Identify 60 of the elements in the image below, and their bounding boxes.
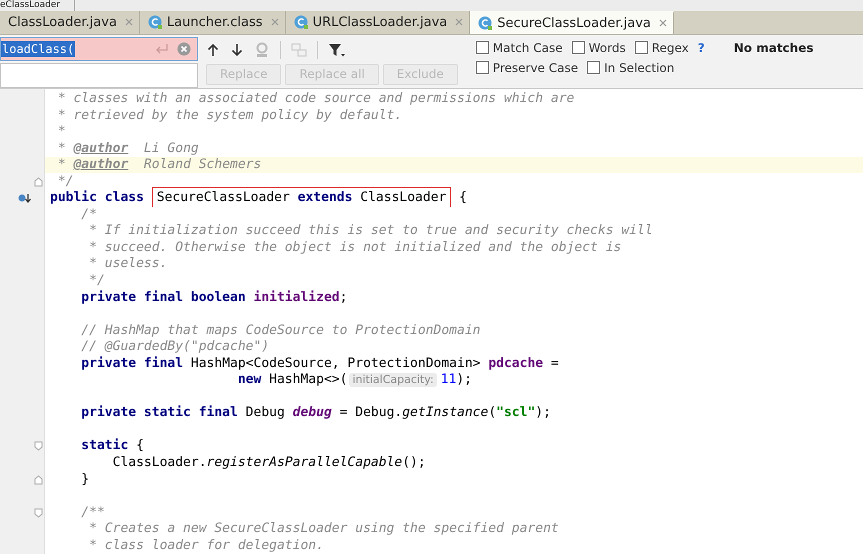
code-text: * If initialization succeed this is set to true and security checks will [88, 223, 653, 240]
code-text: * class loader for delegation. [88, 538, 324, 554]
checkbox-label: Preserve Case [492, 60, 578, 75]
match-status: No matches [734, 40, 814, 55]
overridden-marker-icon[interactable] [18, 193, 32, 204]
code-text: /** [80, 504, 105, 521]
find-icon[interactable] [254, 42, 270, 58]
code-text: * succeed. Otherwise the object is not initialized and the object is [88, 240, 622, 256]
editor-tab[interactable]: Launcher.class [140, 10, 286, 34]
close-icon[interactable] [455, 18, 464, 26]
checkbox[interactable] [634, 41, 648, 54]
code-text: * Creates a new SecureClassLoader using the specified parent [88, 521, 559, 538]
checkbox[interactable] [476, 61, 489, 74]
filter-icon[interactable] [328, 42, 346, 58]
code-text: private static final Debug debug = Debug.getInstance("scl"); [80, 405, 551, 422]
code-text: private final HashMap<CodeSource, ProtectionDomain> pdcache = [80, 356, 559, 372]
close-icon[interactable] [658, 19, 667, 28]
code-text: } [80, 472, 90, 488]
code-text: new HashMap<>( [236, 372, 348, 388]
close-icon[interactable] [124, 18, 133, 26]
checkbox-label: Words [588, 40, 626, 55]
clear-icon[interactable] [177, 42, 191, 56]
checkbox[interactable] [476, 41, 489, 54]
code-text: private final boolean initialized; [80, 290, 348, 306]
code-text: ClassLoader.registerAsParallelCapable(); [112, 454, 426, 471]
up-arrow-icon[interactable] [206, 42, 220, 57]
code-text: */ [88, 272, 105, 289]
search-field[interactable]: loadClass( [0, 36, 198, 61]
code-text: 11); [440, 372, 472, 388]
checkbox[interactable] [572, 41, 585, 54]
parameter-hint: initialCapacity: [349, 373, 437, 388]
code-text: static { [80, 438, 144, 454]
checkbox-label: In Selection [604, 60, 674, 75]
code-text: * @author Roland Schemers [56, 157, 262, 174]
code-text: /* [80, 206, 97, 223]
select-occurrences-icon[interactable] [291, 42, 307, 58]
code-text: */ [56, 174, 74, 190]
fold-icon[interactable] [34, 508, 43, 518]
code-text: * [56, 124, 66, 140]
code-text: * @author Li Gong [56, 140, 199, 157]
close-icon[interactable] [270, 18, 279, 26]
replace-field[interactable] [0, 62, 198, 88]
checkbox[interactable] [587, 61, 600, 74]
fold-icon[interactable] [34, 176, 43, 187]
code-text: public class [50, 190, 145, 206]
down-arrow-icon[interactable] [230, 42, 244, 57]
code-text: // @GuardedBy("pdcache") [80, 339, 270, 356]
help-link[interactable]: ? [698, 40, 705, 55]
fold-icon[interactable] [34, 474, 43, 485]
editor-tab[interactable]: ClassLoader.java [0, 10, 140, 34]
code-text: * useless. [88, 256, 168, 272]
enter-icon[interactable] [155, 42, 169, 55]
editor-tab[interactable]: SecureClassLoader.java [470, 10, 674, 34]
checkbox-label: Match Case [492, 40, 563, 55]
code-text: // HashMap that maps CodeSource to ProtectionDomain [80, 322, 480, 339]
code-text: { [458, 190, 468, 206]
checkbox-label: Regex [652, 40, 689, 55]
code-text: * classes with an associated code source and permissions which are [56, 90, 574, 107]
code-text: * retrieved by the system policy by default. [56, 108, 402, 124]
fold-icon[interactable] [34, 441, 43, 452]
